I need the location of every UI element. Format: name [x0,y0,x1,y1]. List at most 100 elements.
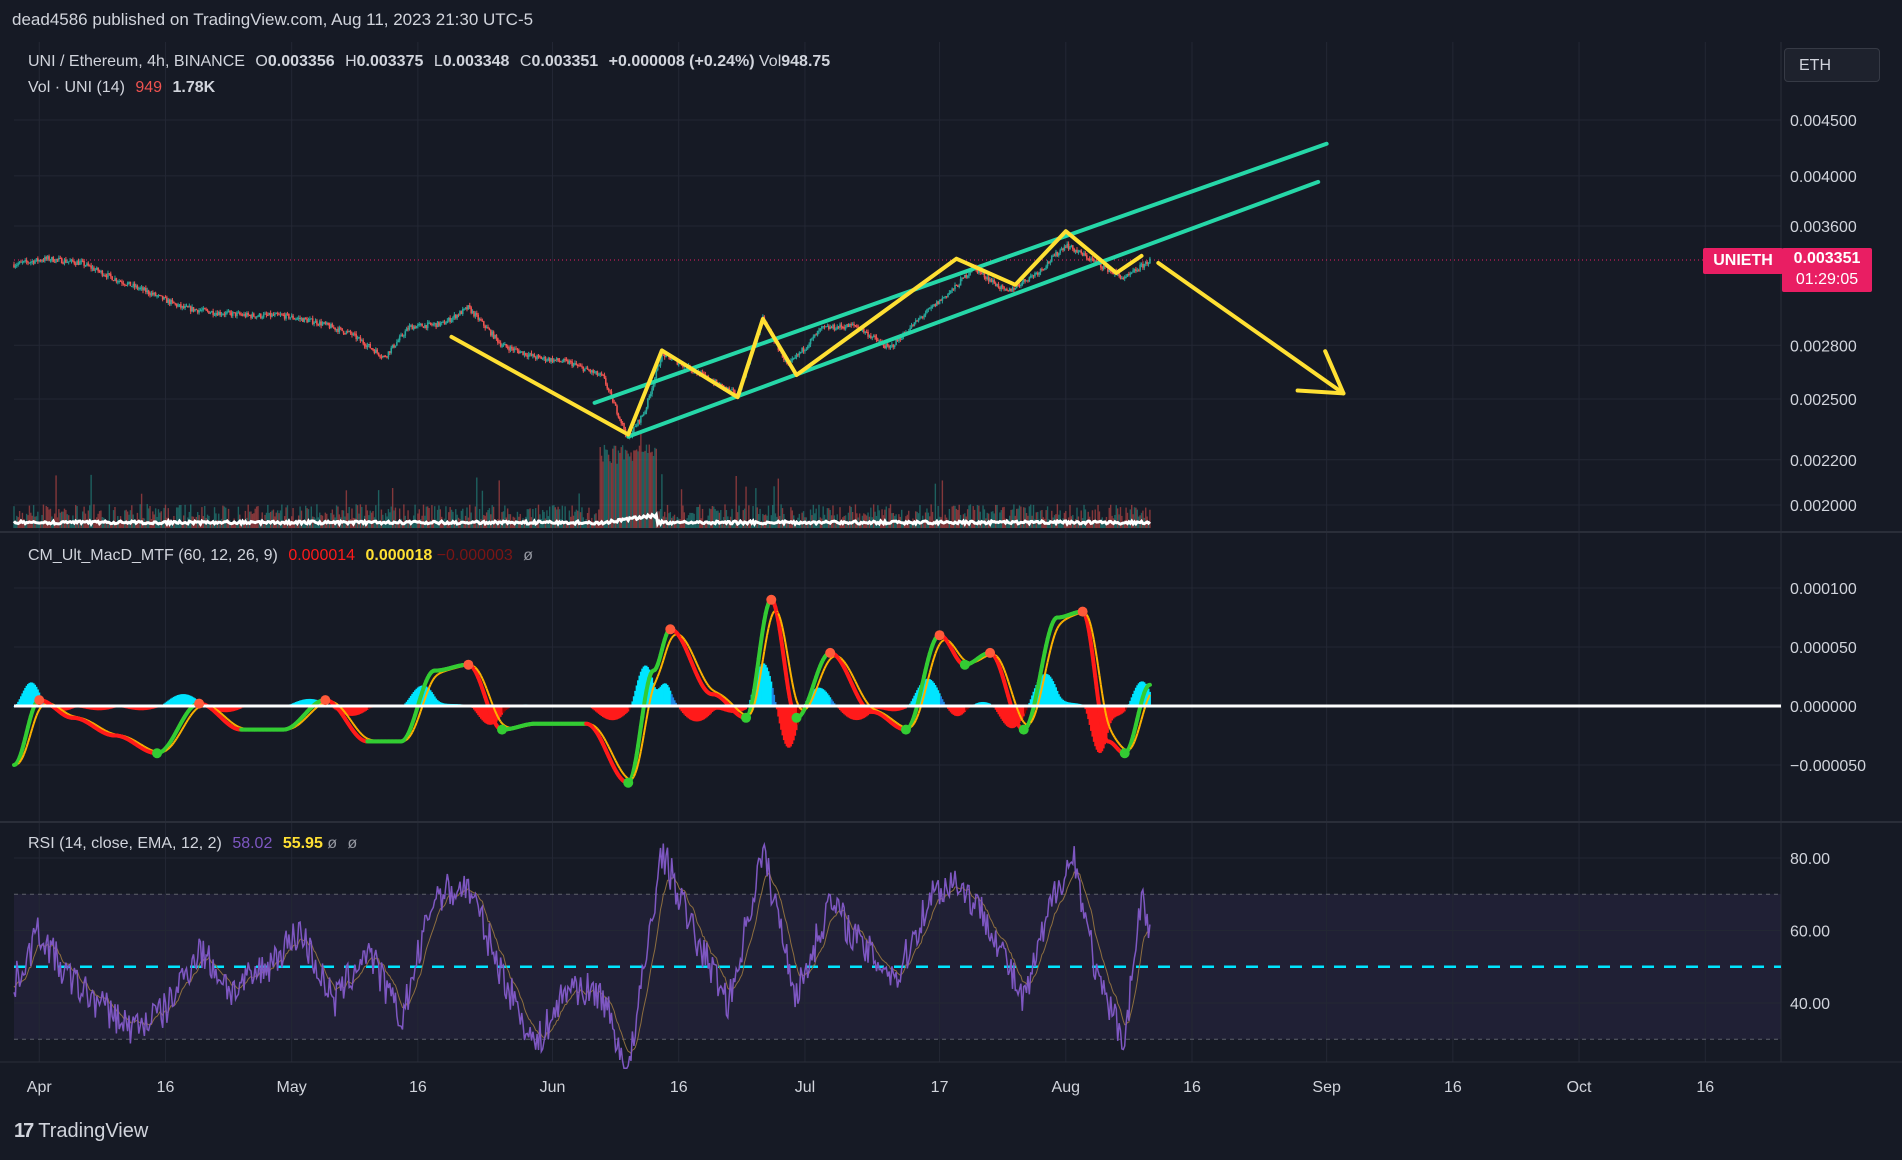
candle-body [603,374,606,379]
candle-body [224,312,227,315]
ohlc-volume: Vol948.75 [759,53,831,70]
candle-body [914,320,917,323]
candle-body [397,340,400,343]
rsi-indicator-name[interactable]: RSI (14, close, EMA, 12, 2) [28,835,222,852]
macd-signal-segment [407,736,411,740]
macd-signal-segment [780,621,784,628]
candle-body [1146,261,1148,265]
candle-body [257,316,259,318]
candle-body [445,323,447,325]
candle-body [640,415,642,423]
macd-signal-segment [104,729,108,733]
volume-bar [908,510,910,528]
candle-body [511,346,513,349]
macd-signal-segment [438,672,441,675]
candle-body [369,344,372,349]
candle-body [647,398,649,408]
candle-body [198,310,200,313]
candle-body [863,328,865,333]
candle-body [116,281,119,283]
candle-body [1022,279,1025,282]
volume-bar [293,523,296,528]
volume-bar [621,445,624,528]
candle-body [290,315,293,318]
candle-body [966,275,969,278]
candle-body [809,339,812,345]
volume-bar [177,507,179,528]
candle-body [871,336,874,338]
volume-bar [434,506,436,528]
volume-bar [832,505,834,528]
macd-signal-segment [604,740,609,745]
candle-body [652,384,655,389]
macd-signal-segment [914,716,919,721]
candle-body [341,328,343,331]
candle-body [484,325,486,329]
candle-body [512,348,515,351]
candle-body [446,320,449,324]
time-axis-label: Oct [1567,1079,1592,1096]
macd-signal-segment [753,698,757,705]
macd-signal-segment [714,690,718,694]
chart-canvas[interactable]: 0.004500 0.004000 0.003600 0.002800 0.002500… [0,0,1902,1160]
macd-signal-segment [694,660,698,665]
candle-body [1039,268,1042,273]
macd-indicator-name[interactable]: CM_Ult_MacD_MTF (60, 12, 26, 9) [28,547,278,564]
symbol-label[interactable]: UNI / Ethereum, 4h, BINANCE [28,53,245,70]
volume-bar [682,505,684,528]
macd-signal-segment [100,727,103,730]
candle-body [365,346,367,348]
candle-body [247,312,249,315]
candle-body [39,260,42,262]
macd-signal-segment [754,691,759,699]
candle-body [147,290,150,295]
candle-body [217,311,220,316]
macd-signal-segment [638,750,642,759]
macd-signal-segment [660,660,665,666]
macd-signal-segment [704,680,708,684]
candle-body [396,342,398,346]
macd-signal-segment [644,719,648,728]
volume-bar [568,510,571,528]
volume-bar [825,523,827,528]
macd-signal-segment [1010,689,1014,695]
candle-body [316,320,318,325]
macd-signal-segment [1118,743,1122,746]
macd-signal-segment [823,665,827,669]
candle-body [210,311,213,313]
macd-signal-segment [1119,744,1123,748]
candle-body [435,323,437,328]
macd-signal-segment [738,710,742,713]
candle-body [526,355,529,357]
candle-body [373,350,376,354]
candle-body [544,356,547,361]
candle-body [513,348,516,351]
macd-signal-segment [498,718,502,723]
macd-signal-segment [22,750,27,756]
macd-signal-segment [230,721,234,725]
time-axis-label: 16 [157,1079,175,1096]
macd-signal-segment [864,699,868,703]
volume-bar [1149,509,1151,528]
candle-body [827,326,830,329]
candle-body [18,261,21,264]
macd-signal-segment [171,741,175,746]
volume-bar [549,506,551,528]
candle-body [241,314,244,316]
candle-body [849,324,851,328]
candle-body [475,313,478,315]
volume-bar [687,515,690,528]
macd-signal-segment [215,708,218,712]
currency-button[interactable]: ETH [1784,48,1880,82]
volume-bar [384,513,387,528]
volume-bar [204,505,206,528]
tradingview-logo[interactable]: 17 TradingView [14,1120,148,1143]
macd-signal-segment [31,723,35,729]
candle-body [843,327,846,329]
candle-body [597,374,600,376]
macd-signal-segment [888,716,892,720]
volume-indicator-name[interactable]: Vol · UNI (14) [28,79,125,96]
macd-signal-segment [304,716,308,719]
time-axis-label: 16 [1444,1079,1462,1096]
candle-body [951,288,953,291]
